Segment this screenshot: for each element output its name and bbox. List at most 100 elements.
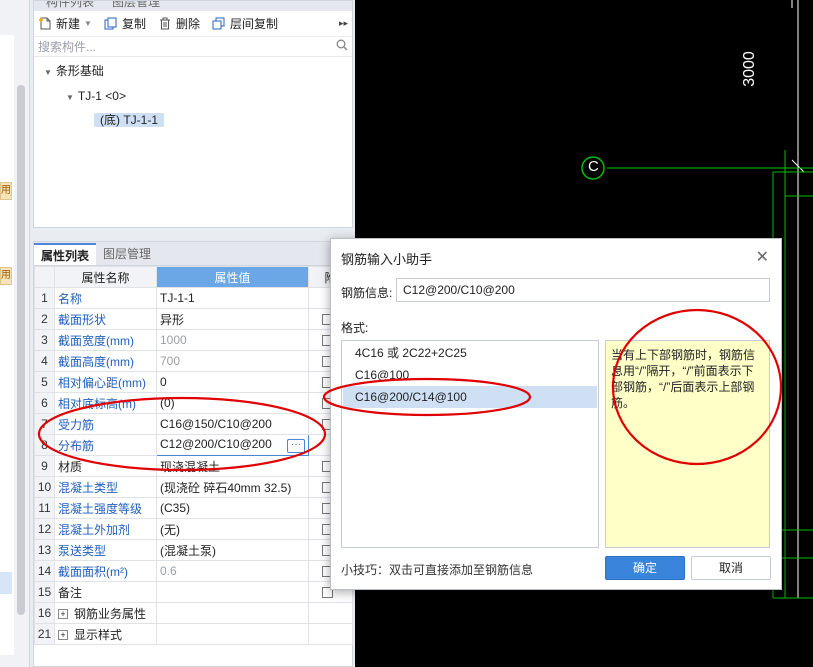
- property-table: 属性名称 属性值 附 1名称TJ-1-12截面形状异形3截面宽度(mm)1000…: [34, 266, 353, 645]
- table-row[interactable]: 14 截面面积(m²) 0.6: [34, 560, 353, 582]
- property-value-text: C12@200/C10@200: [160, 437, 272, 451]
- property-value[interactable]: (C35): [156, 497, 309, 519]
- component-list-panel: 构件列表 图层管理 新建 ▼ 复制 删除 层间复制 ▸▸ 搜索构件... ▼ 条…: [33, 0, 353, 228]
- component-tree: ▼ 条形基础 ▼ TJ-1 <0> (底) TJ-1-1: [34, 57, 352, 127]
- property-value[interactable]: (无): [156, 518, 309, 540]
- tree-node-tj1-1[interactable]: (底) TJ-1-1: [94, 110, 164, 130]
- table-row[interactable]: 21 + 显示样式: [34, 623, 353, 645]
- header-property-value[interactable]: 属性值: [156, 266, 309, 288]
- use-tag: 用: [0, 267, 12, 285]
- left-strip-list: [0, 35, 14, 655]
- property-value[interactable]: 0.6: [156, 560, 309, 582]
- left-strip-scrollbar[interactable]: [17, 85, 25, 615]
- property-panel-tabs: 属性列表 图层管理: [34, 242, 352, 266]
- expand-plus-icon[interactable]: +: [58, 630, 68, 641]
- property-name: 截面面积(m²): [54, 560, 157, 582]
- chevron-down-icon[interactable]: ▼: [84, 19, 92, 28]
- property-value[interactable]: 700: [156, 350, 309, 372]
- table-row[interactable]: 12 混凝土外加剂 (无): [34, 518, 353, 540]
- floor-copy-button[interactable]: 层间复制: [212, 15, 278, 32]
- row-number: 13: [34, 539, 55, 561]
- table-row[interactable]: 3 截面宽度(mm) 1000: [34, 329, 353, 351]
- rebar-info-input[interactable]: [396, 278, 770, 302]
- rebar-input-helper-dialog: 钢筋输入小助手 ✕ 钢筋信息: 格式: 4C16 或 2C22+2C25 C16…: [330, 238, 782, 590]
- expand-arrow-icon[interactable]: ▼: [44, 63, 52, 83]
- property-value[interactable]: 1000: [156, 329, 309, 351]
- row-number: 15: [34, 581, 55, 603]
- table-row[interactable]: 1 名称 TJ-1-1: [34, 287, 353, 309]
- search-input[interactable]: [38, 39, 336, 54]
- row-number: 8: [34, 434, 55, 456]
- row-number: 14: [34, 560, 55, 582]
- table-row[interactable]: 9 材质 现浇混凝土: [34, 455, 353, 477]
- property-value[interactable]: (现浇砼 碎石40mm 32.5): [156, 476, 309, 498]
- property-name: 截面形状: [54, 308, 157, 330]
- tip-box: 当有上下部钢筋时，钢筋信息用“/”隔开，“/”前面表示下部钢筋，“/”后面表示上…: [605, 340, 770, 548]
- row-number: 11: [34, 497, 55, 519]
- table-row[interactable]: 13 泵送类型 (混凝土泵): [34, 539, 353, 561]
- tab-layer-management[interactable]: 图层管理: [96, 243, 158, 265]
- property-panel: 属性列表 图层管理 属性名称 属性值 附 1名称TJ-1-12截面形状异形3截面…: [33, 241, 353, 667]
- property-value[interactable]: ··· C12@200/C10@200: [156, 434, 309, 456]
- header-property-name[interactable]: 属性名称: [54, 266, 157, 288]
- use-tag: 用: [0, 182, 12, 200]
- search-icon[interactable]: [336, 39, 348, 54]
- table-row[interactable]: 8 分布筋 ··· C12@200/C10@200: [34, 434, 353, 456]
- table-row[interactable]: 5 相对偏心距(mm) 0: [34, 371, 353, 393]
- table-row[interactable]: 10 混凝土类型 (现浇砼 碎石40mm 32.5): [34, 476, 353, 498]
- property-name: 混凝土强度等级: [54, 497, 157, 519]
- format-item-selected[interactable]: C16@200/C14@100: [343, 386, 597, 408]
- property-name: + 钢筋业务属性: [54, 602, 157, 624]
- tree-node-tj1[interactable]: ▼ TJ-1 <0>: [66, 86, 126, 106]
- table-row[interactable]: 11 混凝土强度等级 (C35): [34, 497, 353, 519]
- row-number: 5: [34, 371, 55, 393]
- property-value[interactable]: TJ-1-1: [156, 287, 309, 309]
- property-name: 分布筋: [54, 434, 157, 456]
- row-number: 6: [34, 392, 55, 414]
- expand-plus-icon[interactable]: +: [58, 609, 68, 620]
- floor-copy-icon: [212, 17, 226, 31]
- table-row[interactable]: 4 截面高度(mm) 700: [34, 350, 353, 372]
- property-name: 名称: [54, 287, 157, 309]
- tree-node-strip-foundation[interactable]: ▼ 条形基础: [44, 61, 104, 81]
- property-value[interactable]: [156, 623, 309, 645]
- property-value[interactable]: [156, 581, 309, 603]
- tab-property-list[interactable]: 属性列表: [34, 243, 97, 265]
- property-name: 截面高度(mm): [54, 350, 157, 372]
- new-button[interactable]: 新建 ▼: [38, 15, 92, 32]
- property-name: 泵送类型: [54, 539, 157, 561]
- attach-cell: [308, 602, 353, 624]
- format-item[interactable]: C16@100: [343, 364, 597, 386]
- property-value[interactable]: [156, 602, 309, 624]
- tab-layer-manage[interactable]: 图层管理: [104, 1, 168, 11]
- property-value[interactable]: 0: [156, 371, 309, 393]
- cancel-button[interactable]: 取消: [691, 556, 771, 580]
- close-icon[interactable]: ✕: [756, 247, 769, 267]
- tab-component-list[interactable]: 构件列表: [38, 1, 102, 11]
- property-name: 相对底标高(m): [54, 392, 157, 414]
- property-name: 材质: [54, 455, 157, 477]
- rebar-info-label: 钢筋信息:: [341, 286, 393, 300]
- table-row[interactable]: 16 + 钢筋业务属性: [34, 602, 353, 624]
- property-value[interactable]: 异形: [156, 308, 309, 330]
- table-row[interactable]: 6 相对底标高(m) (0): [34, 392, 353, 414]
- delete-button[interactable]: 删除: [158, 15, 200, 32]
- table-row[interactable]: 15 备注: [34, 581, 353, 603]
- left-strip-selected-item[interactable]: [0, 572, 12, 594]
- table-row[interactable]: 7 受力筋 C16@150/C10@200: [34, 413, 353, 435]
- left-side-strip: 用 用: [0, 0, 30, 667]
- expand-arrow-icon[interactable]: ▼: [66, 88, 74, 108]
- ellipsis-button[interactable]: ···: [287, 439, 305, 453]
- format-item[interactable]: 4C16 或 2C22+2C25: [343, 342, 597, 364]
- property-value[interactable]: (混凝土泵): [156, 539, 309, 561]
- table-row[interactable]: 2 截面形状 异形: [34, 308, 353, 330]
- ok-button[interactable]: 确定: [605, 556, 685, 580]
- property-value[interactable]: C16@150/C10@200: [156, 413, 309, 435]
- property-value[interactable]: 现浇混凝土: [156, 455, 309, 477]
- more-icon[interactable]: ▸▸: [339, 18, 348, 29]
- property-value[interactable]: (0): [156, 392, 309, 414]
- property-name: 混凝土类型: [54, 476, 157, 498]
- copy-button[interactable]: 复制: [104, 15, 146, 32]
- property-name: 截面宽度(mm): [54, 329, 157, 351]
- property-name: 相对偏心距(mm): [54, 371, 157, 393]
